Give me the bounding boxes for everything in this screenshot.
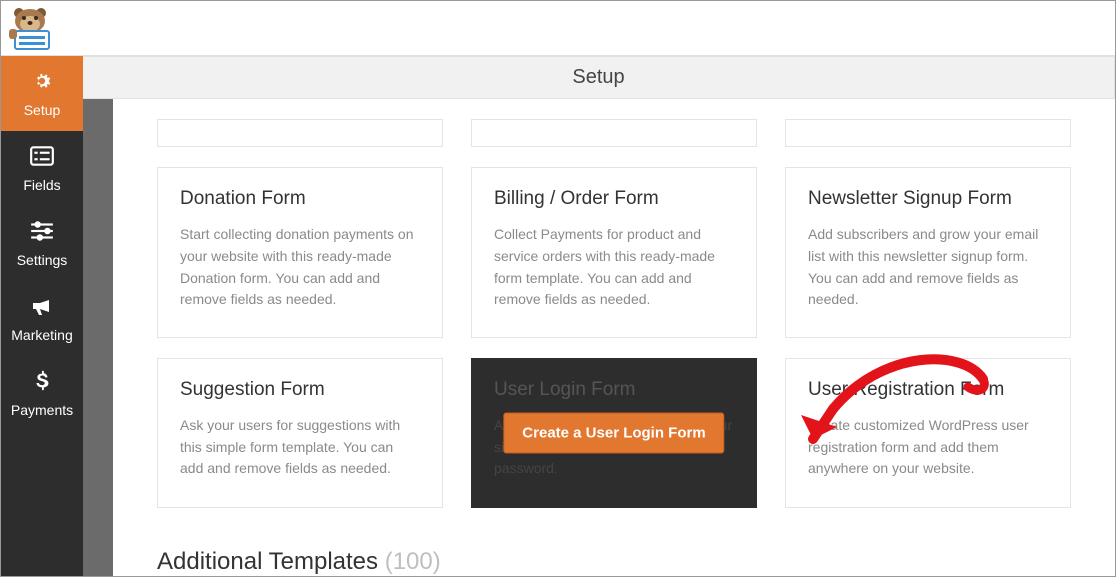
sidebar-item-fields[interactable]: Fields [1,131,83,206]
template-card-desc: Ask your users for suggestions with this… [180,415,420,480]
template-card-title: Newsletter Signup Form [808,188,1048,210]
sidebar: Setup Fields Settings Marketing [1,56,83,576]
content: Setup Donation Form Start collecting don… [83,56,1115,576]
sidebar-item-label: Marketing [11,327,72,343]
app-logo [9,5,55,51]
app-frame: Setup Fields Settings Marketing [0,0,1116,577]
template-card-title: Suggestion Form [180,379,420,401]
sidebar-item-payments[interactable]: Payments [1,356,83,431]
page-title: Setup [83,56,1115,99]
sidebar-item-label: Setup [24,102,61,118]
template-card-billing[interactable]: Billing / Order Form Collect Payments fo… [471,167,757,338]
template-canvas: Donation Form Start collecting donation … [113,99,1115,576]
dollar-icon [29,370,55,396]
template-card-desc: Collect Payments for product and service… [494,224,734,311]
sliders-icon [29,220,55,246]
sidebar-item-label: Settings [17,252,68,268]
overview-strip [83,99,113,576]
template-card-peek[interactable] [157,119,443,147]
additional-templates-heading: Additional Templates (100) [157,548,1071,576]
sidebar-item-label: Payments [11,402,73,418]
template-card-newsletter[interactable]: Newsletter Signup Form Add subscribers a… [785,167,1071,338]
sidebar-item-settings[interactable]: Settings [1,206,83,281]
template-card-peek[interactable] [471,119,757,147]
sidebar-item-setup[interactable]: Setup [1,56,83,131]
bear-logo-icon [9,5,55,51]
template-card-user-login[interactable]: User Login Form Allow your users to easi… [471,358,757,508]
sidebar-item-marketing[interactable]: Marketing [1,281,83,356]
template-row-partial [157,119,1071,147]
template-row: Donation Form Start collecting donation … [157,167,1071,338]
template-card-title: User Login Form [494,379,734,401]
template-card-donation[interactable]: Donation Form Start collecting donation … [157,167,443,338]
template-card-suggestion[interactable]: Suggestion Form Ask your users for sugge… [157,358,443,508]
topbar [1,1,1115,56]
list-icon [29,145,55,171]
sidebar-item-label: Fields [23,177,60,193]
main-area: Setup Fields Settings Marketing [1,56,1115,576]
template-card-desc: Start collecting donation payments on yo… [180,224,420,311]
template-card-desc: Create customized WordPress user registr… [808,415,1048,480]
create-user-login-form-button[interactable]: Create a User Login Form [503,413,724,454]
template-card-peek[interactable] [785,119,1071,147]
template-card-title: Billing / Order Form [494,188,734,210]
template-card-title: Donation Form [180,188,420,210]
template-card-title: User Registration Form [808,379,1048,401]
gear-icon [29,70,55,96]
additional-templates-label: Additional Templates [157,548,378,575]
additional-templates-count: (100) [385,548,441,575]
template-card-desc: Add subscribers and grow your email list… [808,224,1048,311]
template-card-user-registration[interactable]: User Registration Form Create customized… [785,358,1071,508]
scroll-area: Donation Form Start collecting donation … [83,99,1115,576]
template-row: Suggestion Form Ask your users for sugge… [157,358,1071,508]
bullhorn-icon [29,295,55,321]
